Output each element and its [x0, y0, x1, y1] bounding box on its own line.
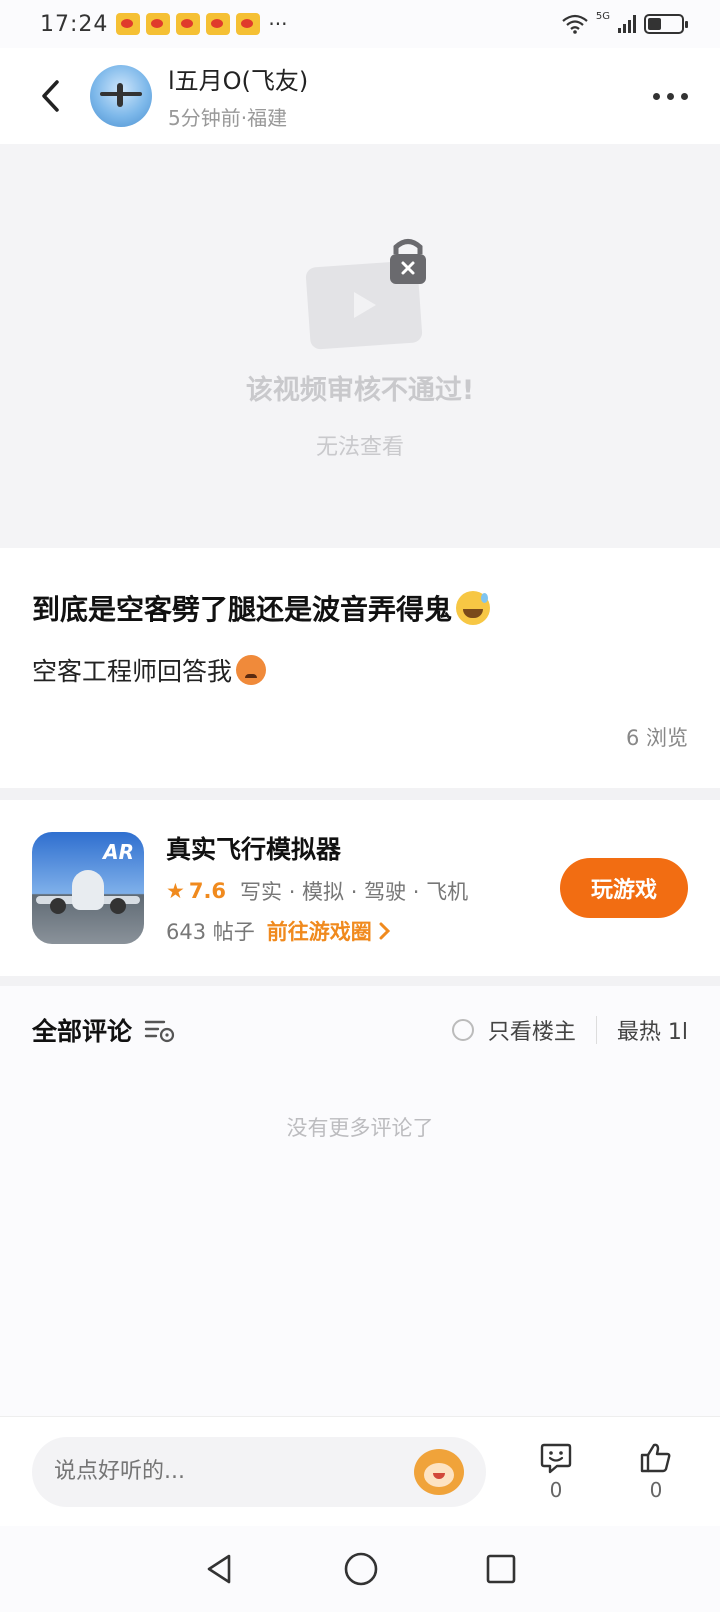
signal-icon [618, 15, 636, 33]
game-card[interactable]: AR 真实飞行模拟器 ★ 7.6 写实 · 模拟 · 驾驶 · 飞机 643 帖… [0, 800, 720, 976]
post-body: 到底是空客劈了腿还是波音弄得鬼 空客工程师回答我 6 浏览 [0, 548, 720, 788]
network-type: 5G [595, 10, 610, 22]
like-count: 0 [649, 1477, 663, 1502]
thumbs-up-icon[interactable] [639, 1442, 673, 1474]
post-title-text: 到底是空客劈了腿还是波音弄得鬼 [32, 593, 453, 626]
weibo-notification-icon [206, 13, 231, 35]
section-divider [0, 788, 720, 800]
divider [595, 1016, 597, 1044]
back-button[interactable] [30, 76, 70, 116]
filter-icon[interactable] [144, 1016, 176, 1044]
more-options-button[interactable] [653, 76, 688, 116]
sweat-smile-emoji-icon [456, 591, 491, 625]
status-bar: 17:24 ··· 5G [0, 0, 720, 48]
battery-icon [644, 14, 688, 34]
game-post-count: 643 帖子 [166, 920, 255, 944]
like-action[interactable]: 0 [626, 1442, 686, 1502]
game-rating: 7.6 [188, 879, 227, 903]
chevron-left-icon [42, 80, 59, 112]
nav-recents-icon[interactable] [485, 1553, 517, 1585]
status-time: 17:24 [40, 11, 109, 37]
system-nav-bar [0, 1526, 720, 1612]
angry-face-emoji-icon [236, 655, 267, 685]
game-name[interactable]: 真实飞行模拟器 [166, 830, 468, 866]
nav-back-icon[interactable] [203, 1552, 237, 1586]
nav-home-icon[interactable] [343, 1551, 379, 1587]
weibo-notification-icon [146, 13, 171, 35]
op-only-toggle[interactable]: 只看楼主 [451, 1014, 576, 1046]
comment-input-box[interactable] [32, 1436, 486, 1507]
comment-action[interactable]: 0 [526, 1442, 586, 1502]
weibo-notification-icon [116, 13, 141, 35]
post-time-location: 5分钟前·福建 [168, 106, 288, 130]
comment-input[interactable] [54, 1459, 414, 1484]
mascot-icon[interactable] [414, 1448, 464, 1495]
username[interactable]: l五月O(飞友) [168, 61, 308, 96]
play-game-button[interactable]: 玩游戏 [560, 858, 688, 918]
comment-icon[interactable] [539, 1442, 573, 1474]
goto-game-circle-link[interactable]: 前往游戏圈 [267, 916, 372, 946]
comment-count: 0 [549, 1477, 563, 1502]
chevron-right-icon [379, 922, 390, 940]
post-text: 空客工程师回答我 [32, 652, 688, 688]
post-text-content: 空客工程师回答我 [32, 657, 233, 686]
post-header: l五月O(飞友) 5分钟前·福建 [0, 48, 720, 144]
weibo-notification-icon [236, 13, 261, 35]
no-more-comments: 没有更多评论了 [286, 1116, 434, 1140]
post-title: 到底是空客劈了腿还是波音弄得鬼 [32, 588, 688, 628]
blocked-title: 该视频审核不通过! [245, 375, 475, 406]
comments-section: 全部评论 只看楼主 最热 1l 没有更多评论了 [0, 986, 720, 1406]
game-icon[interactable]: AR [32, 832, 144, 944]
blocked-subtitle: 无法查看 [315, 435, 404, 460]
wifi-icon [562, 14, 588, 34]
notification-icons [116, 13, 261, 35]
op-only-radio[interactable] [451, 1019, 474, 1041]
op-only-label: 只看楼主 [487, 1020, 576, 1045]
sort-button[interactable]: 最热 1l [617, 1014, 688, 1046]
status-more-indicator: ··· [268, 12, 288, 36]
bottom-action-bar: 0 0 [0, 1416, 720, 1526]
star-icon: ★ [166, 879, 185, 903]
view-count: 6 浏览 [625, 726, 688, 750]
avatar[interactable] [90, 65, 152, 127]
game-tags: 写实 · 模拟 · 驾驶 · 飞机 [240, 880, 469, 904]
section-divider [0, 976, 720, 986]
comments-title: 全部评论 [32, 1017, 133, 1046]
weibo-notification-icon [176, 13, 201, 35]
video-locked-icon [305, 239, 426, 350]
video-blocked-panel: 该视频审核不通过! 无法查看 [0, 144, 720, 548]
